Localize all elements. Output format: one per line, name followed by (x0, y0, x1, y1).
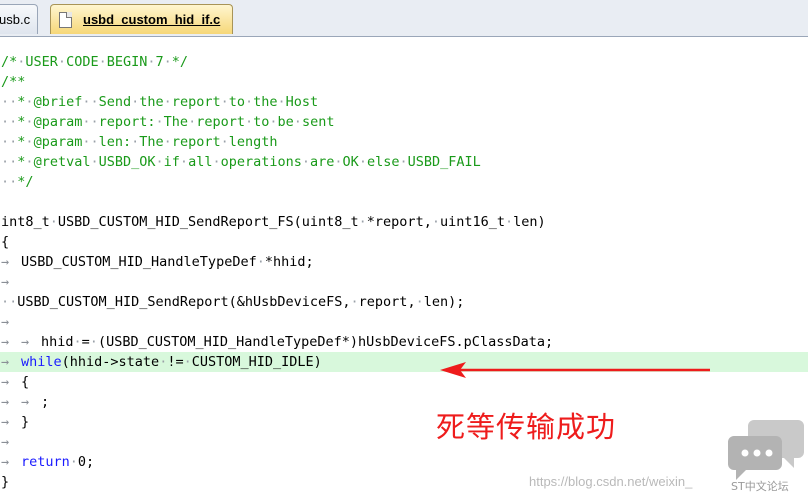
file-icon (59, 11, 72, 28)
tab-label: usb.c (0, 12, 31, 27)
code-line[interactable]: → (0, 272, 808, 292)
code-line[interactable]: int8_t·USBD_CUSTOM_HID_SendReport_FS(uin… (0, 212, 808, 232)
code-line[interactable]: → →; (0, 392, 808, 412)
code-line[interactable]: { (0, 232, 808, 252)
annotation-text: 死等传输成功 (436, 410, 617, 444)
tab-label: usbd_custom_hid_if.c (83, 12, 221, 27)
code-line[interactable]: ··*·@retval·USBD_OK·if·all·operations·ar… (0, 152, 808, 172)
code-line[interactable]: ··*·@brief··Send·the·report·to·the·Host (0, 92, 808, 112)
tab-usbd-custom-hid-if-c[interactable]: usbd_custom_hid_if.c (50, 4, 233, 34)
code-line[interactable] (0, 192, 808, 212)
chat-bubbles-icon (728, 420, 804, 480)
code-line[interactable]: ··*·@param··len:·The·report·length (0, 132, 808, 152)
code-line[interactable]: → (0, 312, 808, 332)
code-line[interactable]: ··*·@param··report:·The·report·to·be·sen… (0, 112, 808, 132)
code-editor[interactable]: /*·USER·CODE·BEGIN·7·*//** ··*·@brief··Se… (0, 52, 808, 492)
code-line[interactable]: → (0, 432, 808, 452)
code-line[interactable]: →} (0, 412, 808, 432)
watermark-url: https://blog.csdn.net/weixin_ (529, 474, 693, 489)
red-arrow-annotation (440, 362, 710, 378)
code-line[interactable]: /** (0, 72, 808, 92)
code-line[interactable]: → return·0; (0, 452, 808, 472)
tab-usb-c[interactable]: usb.c (0, 4, 38, 34)
code-line[interactable]: ··*/ (0, 172, 808, 192)
code-line[interactable]: → USBD_CUSTOM_HID_HandleTypeDef·*hhid; (0, 252, 808, 272)
tab-bar: usb.c usbd_custom_hid_if.c (0, 0, 808, 37)
code-line[interactable]: → → hhid·=·(USBD_CUSTOM_HID_HandleTypeDef*… (0, 332, 808, 352)
watermark-logo-text: ST中文论坛 (731, 480, 789, 493)
code-line[interactable]: /*·USER·CODE·BEGIN·7·*/ (0, 52, 808, 72)
code-line[interactable]: ··USBD_CUSTOM_HID_SendReport(&hUsbDevice… (0, 292, 808, 312)
